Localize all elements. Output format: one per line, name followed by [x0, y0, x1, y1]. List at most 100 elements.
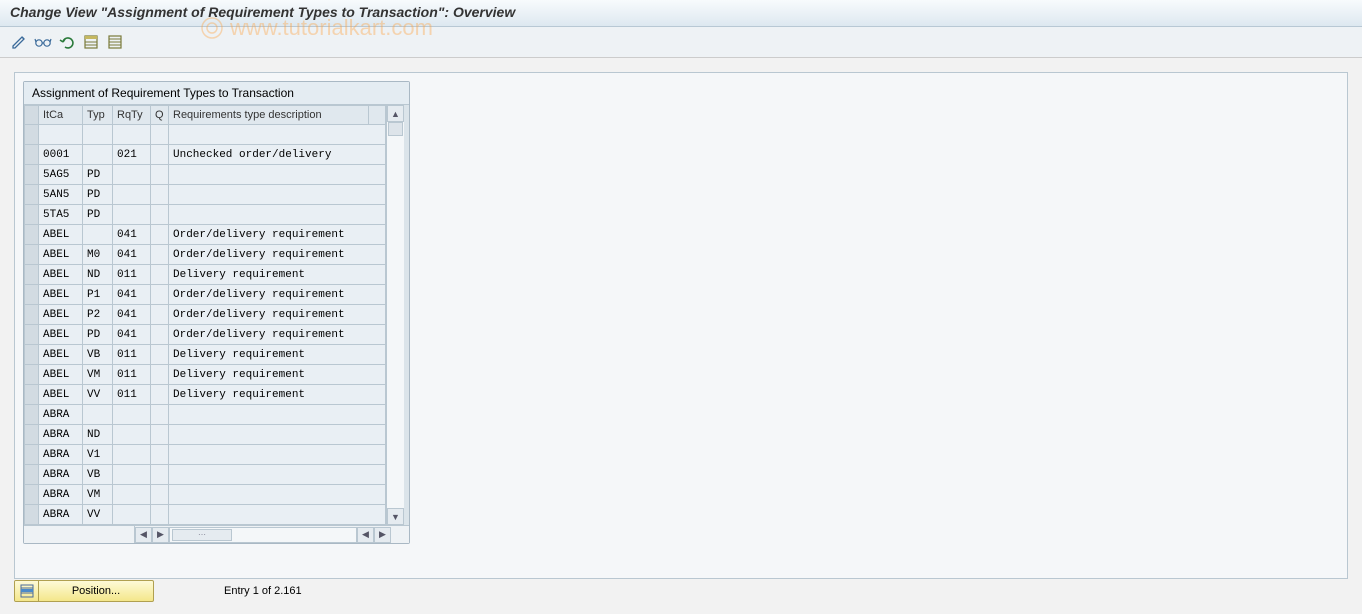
- cell-typ[interactable]: [83, 125, 113, 145]
- cell-rqty[interactable]: [113, 185, 151, 205]
- horizontal-scrollbar[interactable]: ◀ ▶ ⋯ ◀ ▶: [24, 525, 409, 543]
- cell-q[interactable]: [151, 365, 169, 385]
- cell-q[interactable]: [151, 445, 169, 465]
- cell-q[interactable]: [151, 145, 169, 165]
- cell-rqty[interactable]: 041: [113, 225, 151, 245]
- cell-typ[interactable]: PD: [83, 205, 113, 225]
- cell-desc[interactable]: [169, 185, 386, 205]
- cell-typ[interactable]: VV: [83, 385, 113, 405]
- row-selector[interactable]: [25, 305, 39, 325]
- cell-itca[interactable]: 5AN5: [39, 185, 83, 205]
- cell-rqty[interactable]: [113, 205, 151, 225]
- cell-rqty[interactable]: 011: [113, 365, 151, 385]
- scroll-up-icon[interactable]: ▲: [387, 105, 404, 122]
- row-selector[interactable]: [25, 165, 39, 185]
- hscroll-thumb[interactable]: ⋯: [172, 529, 232, 541]
- cell-itca[interactable]: ABRA: [39, 505, 83, 525]
- cell-itca[interactable]: ABEL: [39, 345, 83, 365]
- cell-itca[interactable]: ABEL: [39, 245, 83, 265]
- scroll-left-icon[interactable]: ◀: [135, 527, 152, 543]
- cell-desc[interactable]: [169, 165, 386, 185]
- cell-typ[interactable]: ND: [83, 425, 113, 445]
- cell-typ[interactable]: [83, 145, 113, 165]
- cell-q[interactable]: [151, 405, 169, 425]
- cell-q[interactable]: [151, 265, 169, 285]
- cell-rqty[interactable]: 041: [113, 285, 151, 305]
- select-all-icon[interactable]: [82, 33, 100, 51]
- cell-itca[interactable]: 5TA5: [39, 205, 83, 225]
- position-button[interactable]: Position...: [14, 580, 154, 602]
- cell-itca[interactable]: ABEL: [39, 305, 83, 325]
- cell-rqty[interactable]: [113, 445, 151, 465]
- cell-rqty[interactable]: [113, 165, 151, 185]
- cell-q[interactable]: [151, 305, 169, 325]
- cell-rqty[interactable]: [113, 125, 151, 145]
- cell-desc[interactable]: Order/delivery requirement: [169, 285, 386, 305]
- cell-typ[interactable]: M0: [83, 245, 113, 265]
- col-header-rqty[interactable]: RqTy: [113, 106, 151, 125]
- cell-desc[interactable]: Order/delivery requirement: [169, 305, 386, 325]
- cell-typ[interactable]: VM: [83, 485, 113, 505]
- deselect-all-icon[interactable]: [106, 33, 124, 51]
- row-selector[interactable]: [25, 125, 39, 145]
- cell-rqty[interactable]: 011: [113, 385, 151, 405]
- cell-desc[interactable]: [169, 445, 386, 465]
- row-selector[interactable]: [25, 485, 39, 505]
- cell-itca[interactable]: ABEL: [39, 225, 83, 245]
- cell-rqty[interactable]: 041: [113, 245, 151, 265]
- row-selector[interactable]: [25, 265, 39, 285]
- row-selector[interactable]: [25, 365, 39, 385]
- cell-desc[interactable]: [169, 405, 386, 425]
- row-selector[interactable]: [25, 145, 39, 165]
- scroll-right2-icon[interactable]: ▶: [374, 527, 391, 543]
- row-selector[interactable]: [25, 505, 39, 525]
- cell-typ[interactable]: VB: [83, 345, 113, 365]
- cell-rqty[interactable]: 011: [113, 345, 151, 365]
- cell-itca[interactable]: ABEL: [39, 325, 83, 345]
- row-selector[interactable]: [25, 285, 39, 305]
- cell-q[interactable]: [151, 425, 169, 445]
- display-change-toggle-icon[interactable]: [10, 33, 28, 51]
- cell-itca[interactable]: ABEL: [39, 285, 83, 305]
- row-selector[interactable]: [25, 405, 39, 425]
- cell-desc[interactable]: Order/delivery requirement: [169, 245, 386, 265]
- vertical-scrollbar[interactable]: ▲ ▼: [386, 105, 404, 525]
- row-selector[interactable]: [25, 385, 39, 405]
- cell-desc[interactable]: [169, 125, 386, 145]
- cell-desc[interactable]: [169, 465, 386, 485]
- cell-typ[interactable]: P2: [83, 305, 113, 325]
- cell-itca[interactable]: ABRA: [39, 425, 83, 445]
- cell-q[interactable]: [151, 205, 169, 225]
- cell-rqty[interactable]: [113, 505, 151, 525]
- col-header-itca[interactable]: ItCa: [39, 106, 83, 125]
- cell-itca[interactable]: ABRA: [39, 465, 83, 485]
- col-header-typ[interactable]: Typ: [83, 106, 113, 125]
- row-selector[interactable]: [25, 325, 39, 345]
- cell-desc[interactable]: Unchecked order/delivery: [169, 145, 386, 165]
- cell-typ[interactable]: PD: [83, 325, 113, 345]
- scroll-down-icon[interactable]: ▼: [387, 508, 404, 525]
- cell-q[interactable]: [151, 185, 169, 205]
- cell-typ[interactable]: ND: [83, 265, 113, 285]
- cell-desc[interactable]: [169, 205, 386, 225]
- scroll-right-icon[interactable]: ▶: [152, 527, 169, 543]
- cell-q[interactable]: [151, 485, 169, 505]
- table-configure-icon[interactable]: [369, 106, 386, 125]
- cell-q[interactable]: [151, 125, 169, 145]
- glasses-icon[interactable]: [34, 33, 52, 51]
- cell-q[interactable]: [151, 345, 169, 365]
- cell-typ[interactable]: VV: [83, 505, 113, 525]
- undo-icon[interactable]: [58, 33, 76, 51]
- row-selector[interactable]: [25, 225, 39, 245]
- row-selector[interactable]: [25, 185, 39, 205]
- row-selector[interactable]: [25, 205, 39, 225]
- cell-q[interactable]: [151, 165, 169, 185]
- cell-itca[interactable]: 0001: [39, 145, 83, 165]
- cell-itca[interactable]: ABEL: [39, 385, 83, 405]
- scroll-left2-icon[interactable]: ◀: [357, 527, 374, 543]
- cell-typ[interactable]: P1: [83, 285, 113, 305]
- cell-q[interactable]: [151, 325, 169, 345]
- cell-typ[interactable]: [83, 405, 113, 425]
- cell-q[interactable]: [151, 385, 169, 405]
- col-header-q[interactable]: Q: [151, 106, 169, 125]
